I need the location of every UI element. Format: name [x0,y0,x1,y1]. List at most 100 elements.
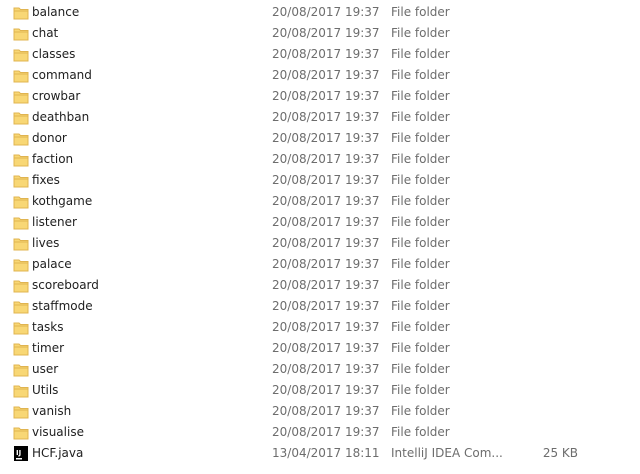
file-type: File folder [391,236,450,250]
folder-icon [13,215,29,230]
file-name: faction [32,152,74,166]
svg-text:IJ: IJ [16,449,21,457]
file-type: File folder [391,257,450,271]
file-type: IntelliJ IDEA Com... [391,446,503,460]
date-modified: 20/08/2017 19:37 [272,131,380,145]
file-type: File folder [391,215,450,229]
date-modified: 20/08/2017 19:37 [272,194,380,208]
list-item[interactable]: staffmode 20/08/2017 19:37 File folder [0,296,640,317]
date-modified: 20/08/2017 19:37 [272,68,380,82]
folder-icon [13,425,29,440]
list-item[interactable]: scoreboard 20/08/2017 19:37 File folder [0,275,640,296]
list-item[interactable]: vanish 20/08/2017 19:37 File folder [0,401,640,422]
file-list: balance 20/08/2017 19:37 File folder cha… [0,0,640,474]
date-modified: 20/08/2017 19:37 [272,404,380,418]
folder-icon [13,194,29,209]
folder-icon [13,236,29,251]
file-name: tasks [32,320,64,334]
date-modified: 20/08/2017 19:37 [272,152,380,166]
folder-icon [13,173,29,188]
list-item[interactable]: lives 20/08/2017 19:37 File folder [0,233,640,254]
list-item[interactable]: tasks 20/08/2017 19:37 File folder [0,317,640,338]
date-modified: 20/08/2017 19:37 [272,362,380,376]
file-name: visualise [32,425,84,439]
list-item[interactable]: palace 20/08/2017 19:37 File folder [0,254,640,275]
list-item[interactable]: chat 20/08/2017 19:37 File folder [0,23,640,44]
folder-icon [13,110,29,125]
list-item[interactable]: classes 20/08/2017 19:37 File folder [0,44,640,65]
file-type: File folder [391,26,450,40]
date-modified: 20/08/2017 19:37 [272,173,380,187]
file-type: File folder [391,173,450,187]
file-type: File folder [391,320,450,334]
date-modified: 20/08/2017 19:37 [272,89,380,103]
file-name: crowbar [32,89,81,103]
list-item[interactable]: deathban 20/08/2017 19:37 File folder [0,107,640,128]
list-item[interactable]: command 20/08/2017 19:37 File folder [0,65,640,86]
folder-icon [13,5,29,20]
date-modified: 20/08/2017 19:37 [272,383,380,397]
folder-icon [13,383,29,398]
intellij-file-icon: IJ [13,446,29,461]
file-name: palace [32,257,72,271]
file-type: File folder [391,5,450,19]
list-item[interactable]: visualise 20/08/2017 19:37 File folder [0,422,640,443]
file-type: File folder [391,341,450,355]
file-type: File folder [391,404,450,418]
file-name: deathban [32,110,90,124]
folder-icon [13,320,29,335]
file-type: File folder [391,131,450,145]
list-item[interactable]: faction 20/08/2017 19:37 File folder [0,149,640,170]
folder-icon [13,47,29,62]
list-item[interactable]: crowbar 20/08/2017 19:37 File folder [0,86,640,107]
list-item[interactable]: fixes 20/08/2017 19:37 File folder [0,170,640,191]
list-item[interactable]: Utils 20/08/2017 19:37 File folder [0,380,640,401]
file-name: lives [32,236,60,250]
date-modified: 20/08/2017 19:37 [272,341,380,355]
file-type: File folder [391,299,450,313]
date-modified: 20/08/2017 19:37 [272,278,380,292]
date-modified: 13/04/2017 18:11 [272,446,380,460]
file-name: donor [32,131,67,145]
file-name: vanish [32,404,72,418]
file-type: File folder [391,47,450,61]
file-name: classes [32,47,76,61]
folder-icon [13,26,29,41]
list-item[interactable]: kothgame 20/08/2017 19:37 File folder [0,191,640,212]
folder-icon [13,341,29,356]
folder-icon [13,257,29,272]
list-item[interactable]: user 20/08/2017 19:37 File folder [0,359,640,380]
list-item[interactable]: balance 20/08/2017 19:37 File folder [0,2,640,23]
list-item[interactable]: IJ HCF.java 13/04/2017 18:11 IntelliJ ID… [0,443,640,464]
file-type: File folder [391,383,450,397]
file-name: staffmode [32,299,93,313]
list-item[interactable]: timer 20/08/2017 19:37 File folder [0,338,640,359]
file-type: File folder [391,278,450,292]
date-modified: 20/08/2017 19:37 [272,320,380,334]
file-name: user [32,362,59,376]
file-size: 25 KB [542,446,578,460]
file-name: Utils [32,383,59,397]
folder-icon [13,404,29,419]
list-item[interactable]: donor 20/08/2017 19:37 File folder [0,128,640,149]
folder-icon [13,89,29,104]
date-modified: 20/08/2017 19:37 [272,236,380,250]
folder-icon [13,278,29,293]
list-item[interactable]: listener 20/08/2017 19:37 File folder [0,212,640,233]
folder-icon [13,68,29,83]
file-type: File folder [391,89,450,103]
file-type: File folder [391,152,450,166]
date-modified: 20/08/2017 19:37 [272,47,380,61]
file-type: File folder [391,110,450,124]
file-type: File folder [391,194,450,208]
file-name: HCF.java [32,446,84,460]
folder-icon [13,362,29,377]
date-modified: 20/08/2017 19:37 [272,26,380,40]
folder-icon [13,299,29,314]
folder-icon [13,131,29,146]
date-modified: 20/08/2017 19:37 [272,299,380,313]
file-name: command [32,68,92,82]
date-modified: 20/08/2017 19:37 [272,425,380,439]
date-modified: 20/08/2017 19:37 [272,110,380,124]
file-type: File folder [391,425,450,439]
